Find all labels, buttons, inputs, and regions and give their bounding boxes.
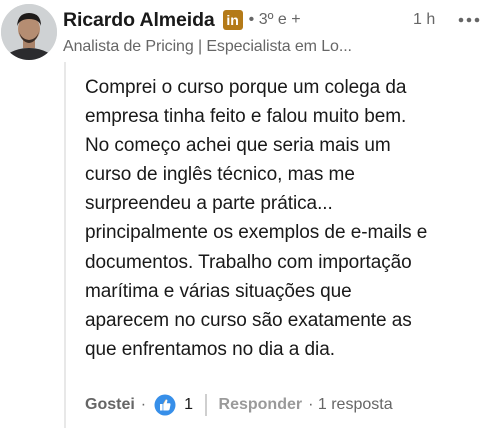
comment-line: No começo achei que seria mais um bbox=[85, 135, 391, 157]
action-divider bbox=[205, 394, 207, 416]
like-reaction-icon[interactable] bbox=[154, 394, 176, 416]
comment-line: documentos. Trabalho com importação bbox=[85, 251, 412, 273]
reply-button[interactable]: Responder bbox=[219, 396, 303, 414]
comment-timestamp: 1 h bbox=[413, 11, 436, 28]
comment-line: que enfrentamos no dia a dia. bbox=[85, 338, 335, 360]
comment-line: marítima e várias situações que bbox=[85, 280, 352, 302]
reaction-count[interactable]: 1 bbox=[184, 396, 193, 414]
author-headline: Analista de Pricing | Especialista em Lo… bbox=[63, 38, 352, 55]
comment-actions: Gostei · 1 Responder · 1 resposta bbox=[85, 392, 393, 418]
profile-photo bbox=[1, 4, 57, 60]
more-options-button[interactable] bbox=[454, 8, 484, 32]
reply-count-link[interactable]: · 1 resposta bbox=[308, 396, 392, 414]
comment-line: surpreendeu a parte prática... bbox=[85, 193, 333, 215]
comment-text: Comprei o curso porque um colega da empr… bbox=[85, 73, 480, 364]
comment-line: curso de inglês técnico, mas me bbox=[85, 164, 355, 186]
comment-line: principalmente os exemplos de e-mails e bbox=[85, 222, 428, 244]
author-name[interactable]: Ricardo Almeida bbox=[63, 9, 215, 32]
linkedin-premium-badge: in bbox=[222, 10, 243, 30]
more-horizontal-icon bbox=[458, 17, 480, 23]
separator-dot: · bbox=[140, 396, 147, 413]
comment-thread-line bbox=[64, 62, 66, 428]
comment-line: empresa tinha feito e falou muito bem. bbox=[85, 106, 407, 128]
avatar[interactable] bbox=[1, 4, 57, 60]
like-button[interactable]: Gostei bbox=[85, 396, 135, 414]
connection-degree: • 3º e + bbox=[248, 11, 301, 28]
comment-line: aparecem no curso são exatamente as bbox=[85, 309, 412, 331]
comment-line: Comprei o curso porque um colega da bbox=[85, 77, 407, 98]
